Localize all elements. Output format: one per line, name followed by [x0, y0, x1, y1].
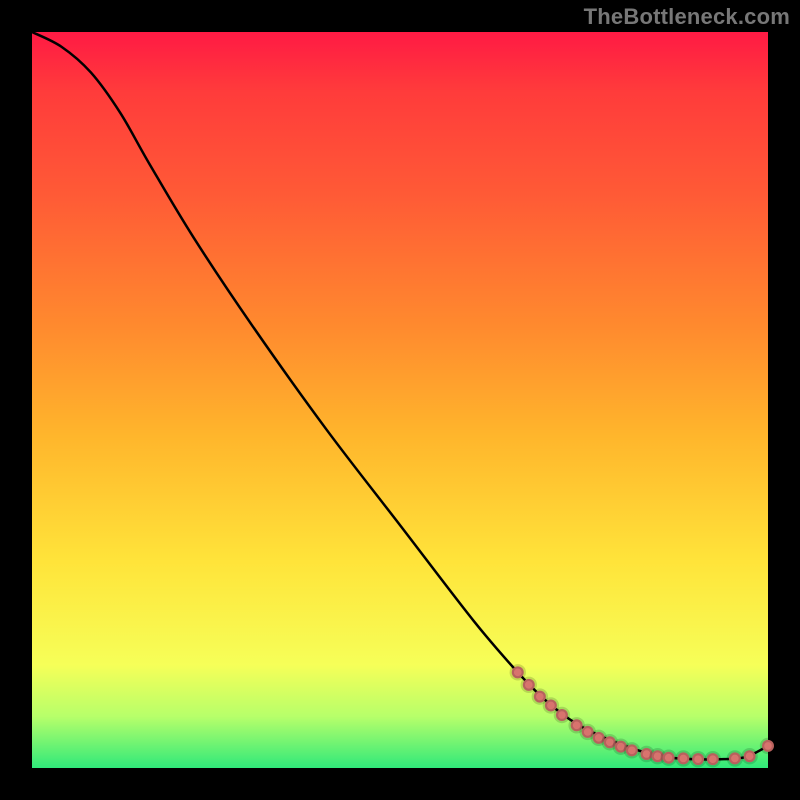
curve-line	[32, 32, 768, 759]
marker-dot	[692, 753, 704, 765]
marker-dot	[729, 752, 741, 764]
marker-dot	[512, 666, 524, 678]
marker-dot	[677, 752, 689, 764]
marker-dot	[744, 750, 756, 762]
marker-dot	[626, 744, 638, 756]
marker-dot	[534, 691, 546, 703]
marker-dot	[523, 679, 535, 691]
chart-svg	[32, 32, 768, 768]
marker-dot	[762, 740, 774, 752]
marker-dot	[545, 699, 557, 711]
chart-frame: TheBottleneck.com	[0, 0, 800, 800]
watermark-text: TheBottleneck.com	[584, 4, 790, 30]
marker-dot	[707, 753, 719, 765]
plot-area	[32, 32, 768, 768]
marker-dot	[663, 752, 675, 764]
marker-dot	[556, 709, 568, 721]
marker-dots	[512, 666, 774, 765]
